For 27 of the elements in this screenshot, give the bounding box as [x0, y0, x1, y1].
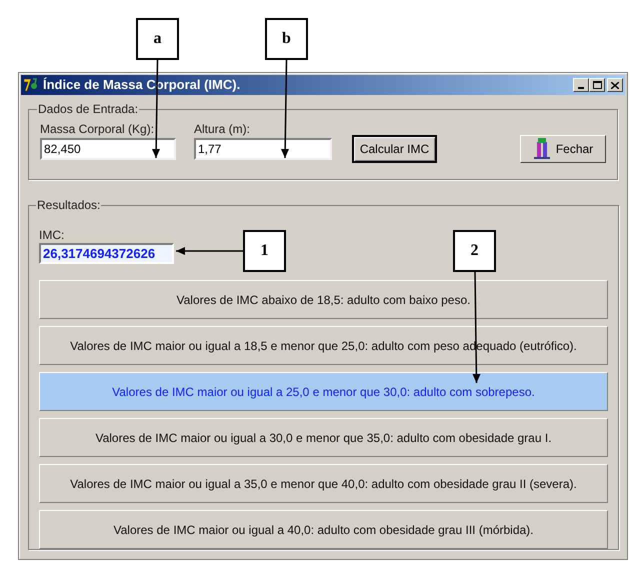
- maximize-icon: [592, 81, 602, 89]
- range-button[interactable]: Valores de IMC maior ou igual a 40,0: adulto com obesidade grau III (mórbida).: [39, 510, 608, 549]
- field-label: Massa Corporal (Kg):: [40, 122, 156, 136]
- app-icon: [23, 77, 39, 93]
- calculate-button[interactable]: Calcular IMC: [352, 135, 437, 163]
- input-field[interactable]: 82,450: [40, 138, 176, 160]
- close-icon: [611, 82, 619, 88]
- imc-result-field[interactable]: 26,3174694372626: [39, 243, 174, 264]
- callout-label: b: [265, 18, 308, 60]
- maximize-button[interactable]: [589, 78, 605, 92]
- close-button[interactable]: [607, 78, 623, 92]
- range-button[interactable]: Valores de IMC maior ou igual a 30,0 e menor que 35,0: adulto com obesidade grau I.: [39, 418, 608, 457]
- callout-label: 2: [453, 230, 496, 272]
- input-field[interactable]: 1,77: [194, 138, 332, 160]
- minimize-button[interactable]: [573, 78, 589, 92]
- callout-label: 1: [243, 230, 286, 272]
- door-exit-icon: [532, 138, 551, 160]
- range-button[interactable]: Valores de IMC maior ou igual a 35,0 e menor que 40,0: adulto com obesidade grau II (severa).: [39, 464, 608, 503]
- close-app-button[interactable]: Fechar: [520, 135, 606, 163]
- minimize-icon: [578, 87, 584, 89]
- field-label: Altura (m):: [194, 122, 252, 136]
- callout-label: a: [136, 18, 179, 60]
- range-button[interactable]: Valores de IMC maior ou igual a 25,0 e menor que 30,0: adulto com sobrepeso.: [39, 372, 608, 411]
- field-label: IMC:: [39, 228, 66, 242]
- range-button[interactable]: Valores de IMC abaixo de 18,5: adulto com baixo peso.: [39, 280, 608, 319]
- group-title: Dados de Entrada:: [37, 101, 140, 118]
- group-title: Resultados:: [36, 197, 102, 214]
